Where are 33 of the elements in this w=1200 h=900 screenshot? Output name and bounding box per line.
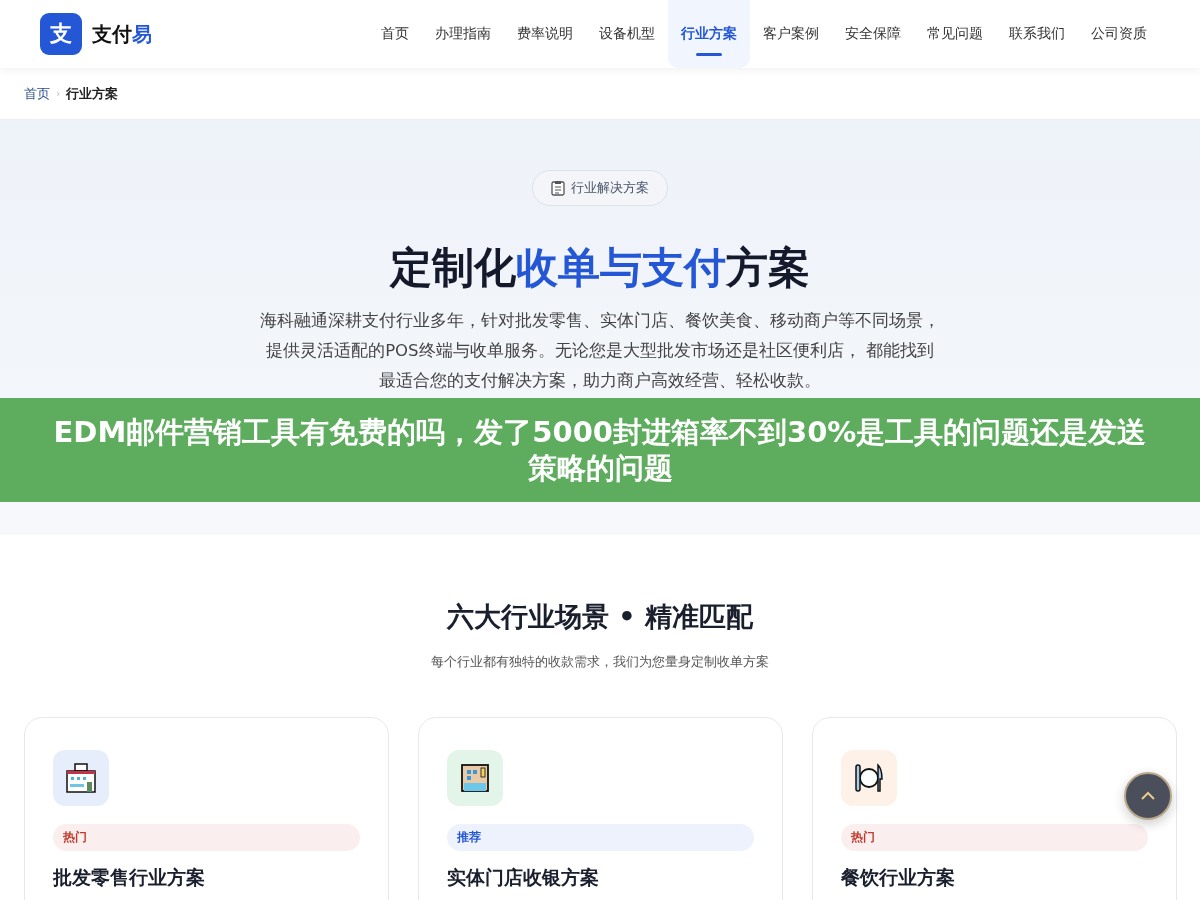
section-title: 六大行业场景 • 精准匹配 bbox=[446, 600, 754, 634]
nav-link[interactable]: 常见问题 bbox=[914, 0, 996, 68]
solution-card[interactable]: 热门 批发零售行业方案 bbox=[23, 717, 389, 900]
nav-link[interactable]: 公司资质 bbox=[1078, 0, 1160, 68]
tag-label: 热门 bbox=[840, 824, 1148, 851]
nav-link[interactable]: 费率说明 bbox=[504, 0, 586, 68]
logo-text: 支付易 bbox=[92, 20, 152, 48]
nav-link[interactable]: 办理指南 bbox=[422, 0, 504, 68]
nav-link[interactable]: 行业方案 bbox=[668, 0, 750, 68]
hero-title: 定制化收单与支付方案 bbox=[390, 242, 810, 294]
card-title: 实体门店收银方案 bbox=[446, 865, 600, 890]
nav-link[interactable]: 安全保障 bbox=[832, 0, 914, 68]
nav-link[interactable]: 首页 bbox=[368, 0, 422, 68]
clipboard-icon bbox=[551, 180, 565, 196]
card-title: 餐饮行业方案 bbox=[840, 865, 956, 890]
solution-card[interactable]: 推荐 实体门店收银方案 bbox=[417, 717, 783, 900]
chevron-up-icon bbox=[1140, 791, 1156, 801]
pill-label: 行业解决方案 bbox=[571, 179, 649, 197]
breadcrumb-separator: › bbox=[56, 87, 61, 100]
nav-link[interactable]: 联系我们 bbox=[996, 0, 1078, 68]
hero-description: 海科融通深耕支付行业多年，针对批发零售、实体门店、餐饮美食、移动商户等不同场景，提供灵活适配的POS终端与收单服务。无论您是大型批发市场还是社区便利店， 都能找到最适合您的支付解决方案，助力商户高效经营、轻松收款。 bbox=[260, 310, 940, 392]
breadcrumb-link[interactable]: 首页 bbox=[24, 84, 50, 103]
card-title: 批发零售行业方案 bbox=[52, 865, 206, 890]
store-icon bbox=[63, 761, 98, 795]
solution-card[interactable]: 热门 餐饮行业方案 bbox=[811, 717, 1177, 900]
nav-link[interactable]: 客户案例 bbox=[750, 0, 832, 68]
nav-link[interactable]: 设备机型 bbox=[586, 0, 668, 68]
section-subtitle: 每个行业都有独特的收款需求，我们为您量身定制收单方案 bbox=[431, 653, 769, 671]
tag-label: 热门 bbox=[52, 824, 360, 851]
tag-label: 推荐 bbox=[446, 824, 754, 851]
logo-mark: 支 bbox=[40, 13, 82, 55]
breadcrumb-current: 行业方案 bbox=[66, 84, 119, 103]
banner-text: EDM邮件营销工具有免费的吗，发了5000封进箱率不到30%是工具的问题还是发送策略的问题 bbox=[52, 414, 1148, 486]
